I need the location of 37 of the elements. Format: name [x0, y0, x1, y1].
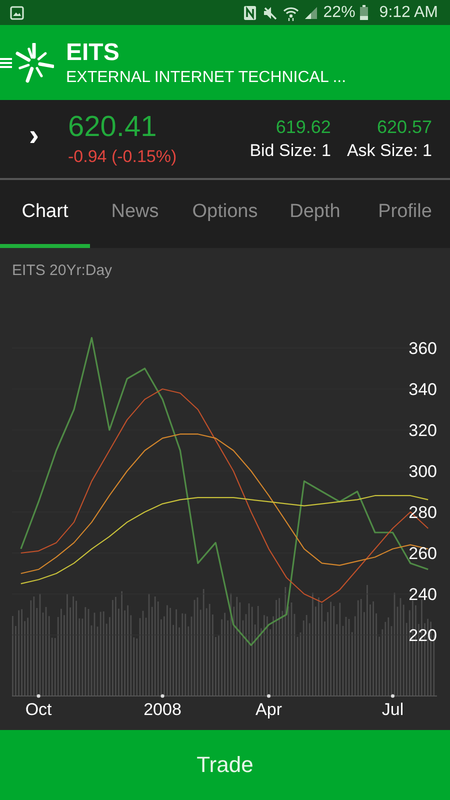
- last-price: 620.41: [68, 111, 158, 144]
- x-axis-label: Jul: [382, 700, 404, 719]
- tab[interactable]: Depth: [270, 180, 360, 248]
- burst-logo-icon: [14, 42, 54, 82]
- wifi-icon: [283, 4, 300, 20]
- clock: 9:12 AM: [379, 4, 438, 22]
- tab[interactable]: Options: [180, 180, 270, 248]
- y-axis-label: 320: [408, 421, 437, 440]
- ask-price: 620.57: [376, 117, 432, 138]
- price-change: -0.94 (-0.15%): [68, 147, 177, 167]
- bid-size: Bid Size: 1: [250, 141, 331, 161]
- tab[interactable]: News: [90, 180, 180, 248]
- x-axis-label: Apr: [256, 700, 282, 719]
- bid-price: 619.62: [276, 117, 331, 138]
- mute-icon: [262, 4, 278, 20]
- stock-symbol: EITS: [66, 38, 120, 66]
- expand-button[interactable]: ›: [0, 119, 68, 159]
- y-axis-label: 300: [408, 462, 437, 481]
- y-axis-label: 360: [408, 339, 437, 358]
- y-axis-label: 240: [408, 584, 437, 604]
- x-axis-label: Oct: [25, 700, 52, 719]
- trade-button[interactable]: Trade: [0, 730, 450, 800]
- company-name: EXTERNAL INTERNET TECHNICAL ...: [66, 68, 346, 86]
- nfc-icon: [243, 4, 258, 20]
- chart-title: EITS 20Yr:Day: [12, 262, 112, 279]
- x-axis-label: 2008: [144, 700, 182, 719]
- menu-button[interactable]: [0, 56, 14, 68]
- signal-icon: [304, 6, 318, 20]
- ask-size: Ask Size: 1: [346, 141, 432, 161]
- y-axis-label: 260: [408, 544, 437, 563]
- battery-percentage: 22%: [323, 4, 356, 22]
- tab[interactable]: Profile: [360, 180, 450, 248]
- y-axis-label: 220: [408, 626, 437, 645]
- y-axis-label: 280: [408, 502, 437, 522]
- y-axis-label: 340: [408, 380, 437, 399]
- image-icon: [10, 6, 24, 20]
- battery-icon: [360, 5, 368, 20]
